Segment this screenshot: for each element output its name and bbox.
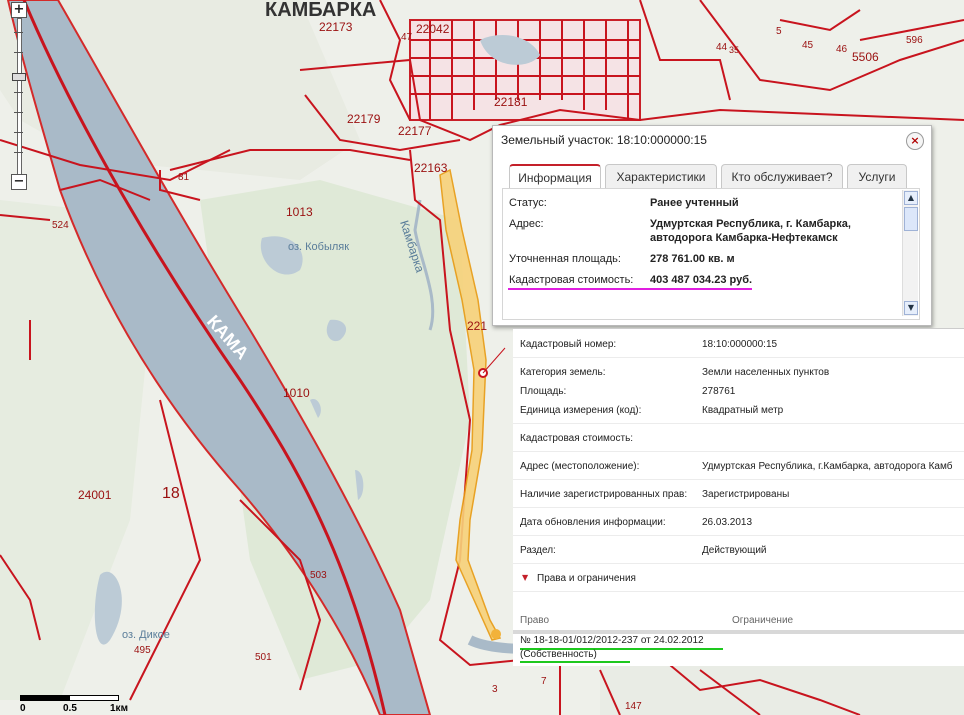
svg-text:1013: 1013	[286, 205, 313, 219]
right-type-underline	[520, 661, 630, 663]
svg-text:22181: 22181	[494, 95, 528, 109]
cost-highlight-underline	[508, 288, 752, 290]
status-value: Ранее учтенный	[650, 197, 739, 209]
svg-text:45: 45	[802, 40, 814, 51]
zoom-control[interactable]: + −	[11, 2, 27, 190]
svg-text:24001: 24001	[78, 488, 112, 502]
town-label: КАМБАРКА	[265, 0, 376, 21]
svg-text:47: 47	[401, 32, 413, 43]
svg-text:5506: 5506	[852, 50, 879, 64]
zoom-in-button[interactable]: +	[11, 2, 27, 18]
parcel-details-table: Кадастровый номер: 18:10:000000:15 Катег…	[513, 328, 964, 666]
scale-bar: 0 0.5 1км	[20, 695, 132, 715]
right-number: № 18-18-01/012/2012-237 от 24.02.2012	[520, 635, 704, 646]
svg-text:5: 5	[776, 26, 782, 37]
close-icon[interactable]: ×	[906, 132, 924, 150]
tab-who-serves[interactable]: Кто обслуживает?	[721, 164, 843, 188]
cadastral-cost-label: Кадастровая стоимость:	[509, 274, 634, 286]
tab-services[interactable]: Услуги	[847, 164, 907, 188]
scale-label-0: 0	[20, 703, 26, 714]
svg-text:22177: 22177	[398, 124, 432, 138]
col-right: Право	[520, 615, 550, 626]
svg-text:221: 221	[467, 319, 487, 333]
svg-text:18: 18	[162, 485, 180, 502]
svg-text:495: 495	[134, 645, 151, 656]
area-label: Уточненная площадь:	[509, 253, 621, 265]
address-label: Адрес:	[509, 218, 544, 230]
svg-text:81: 81	[178, 172, 190, 183]
info-scrollbar[interactable]: ▲ ▼	[902, 190, 918, 316]
tab-characteristics[interactable]: Характеристики	[605, 164, 717, 188]
svg-text:7: 7	[541, 676, 547, 687]
svg-text:46: 46	[836, 44, 848, 55]
scale-label-half: 0.5	[63, 703, 77, 714]
lake-dikoe-label: оз. Дикое	[122, 629, 170, 641]
svg-text:3: 3	[492, 684, 498, 695]
cadastral-cost-value: 403 487 034.23 руб.	[650, 274, 753, 286]
svg-text:524: 524	[52, 220, 69, 231]
svg-text:35: 35	[729, 45, 739, 55]
address-value: Удмуртская Республика, г. Камбарка, авто…	[650, 218, 851, 244]
tab-information[interactable]: Информация	[509, 164, 601, 190]
svg-text:147: 147	[625, 701, 642, 712]
svg-text:1010: 1010	[283, 386, 310, 400]
svg-text:22042: 22042	[416, 22, 450, 36]
right-type: (Собственность)	[520, 649, 597, 660]
svg-text:596: 596	[906, 35, 923, 46]
scroll-thumb[interactable]	[904, 207, 918, 231]
info-panel: Статус: Ранее учтенный Адрес: Удмуртская…	[502, 188, 920, 320]
svg-text:22173: 22173	[319, 20, 353, 34]
svg-text:22163: 22163	[414, 161, 448, 175]
col-limitation: Ограничение	[732, 615, 794, 626]
status-label: Статус:	[509, 197, 547, 209]
rights-section-title[interactable]: Права и ограничения	[537, 573, 636, 584]
scroll-down-icon[interactable]: ▼	[904, 301, 918, 315]
zoom-slider-handle[interactable]	[12, 73, 26, 81]
popup-title: Земельный участок: 18:10:000000:15	[501, 133, 707, 147]
lake-kobylyak-label: оз. Кобыляк	[288, 241, 349, 253]
parcel-popup: Земельный участок: 18:10:000000:15 × Инф…	[492, 125, 932, 326]
zoom-out-button[interactable]: −	[11, 174, 27, 190]
scroll-up-icon[interactable]: ▲	[904, 191, 918, 205]
triangle-down-icon[interactable]: ▼	[522, 573, 528, 582]
svg-text:503: 503	[310, 570, 327, 581]
svg-text:22179: 22179	[347, 112, 381, 126]
area-value: 278 761.00 кв. м	[650, 253, 735, 265]
svg-text:501: 501	[255, 652, 272, 663]
svg-text:44: 44	[716, 42, 728, 53]
scale-label-km: 1км	[110, 703, 128, 714]
